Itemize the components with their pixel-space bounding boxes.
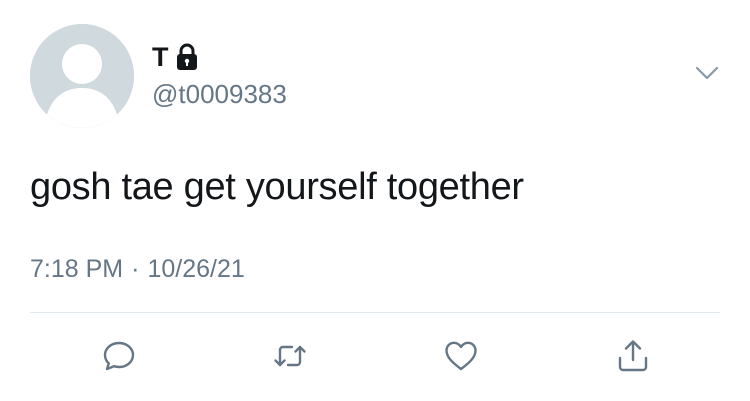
like-button[interactable] <box>441 336 481 376</box>
chevron-down-icon[interactable] <box>694 62 720 84</box>
tweet-card: T @t0009383 gosh tae get yourself togeth… <box>0 0 750 401</box>
share-icon <box>618 340 648 372</box>
default-avatar-icon <box>30 24 134 128</box>
tweet-date: 10/26/21 <box>147 255 245 283</box>
user-handle[interactable]: @t0009383 <box>152 78 287 110</box>
divider <box>30 312 720 313</box>
action-bar <box>0 336 750 376</box>
lock-icon <box>175 43 199 71</box>
retweet-button[interactable] <box>270 336 310 376</box>
share-button[interactable] <box>613 336 653 376</box>
user-name-row: T <box>152 40 199 74</box>
avatar[interactable] <box>30 24 134 128</box>
reply-icon <box>103 341 135 371</box>
heart-icon <box>445 341 477 371</box>
retweet-icon <box>274 345 306 367</box>
tweet-timestamp[interactable]: 7:18 PM · 10/26/21 <box>30 253 245 285</box>
reply-button[interactable] <box>99 336 139 376</box>
tweet-text: gosh tae get yourself together <box>30 166 524 208</box>
display-name[interactable]: T <box>152 42 169 72</box>
tweet-time: 7:18 PM <box>30 255 124 283</box>
meta-separator: · <box>131 255 140 283</box>
